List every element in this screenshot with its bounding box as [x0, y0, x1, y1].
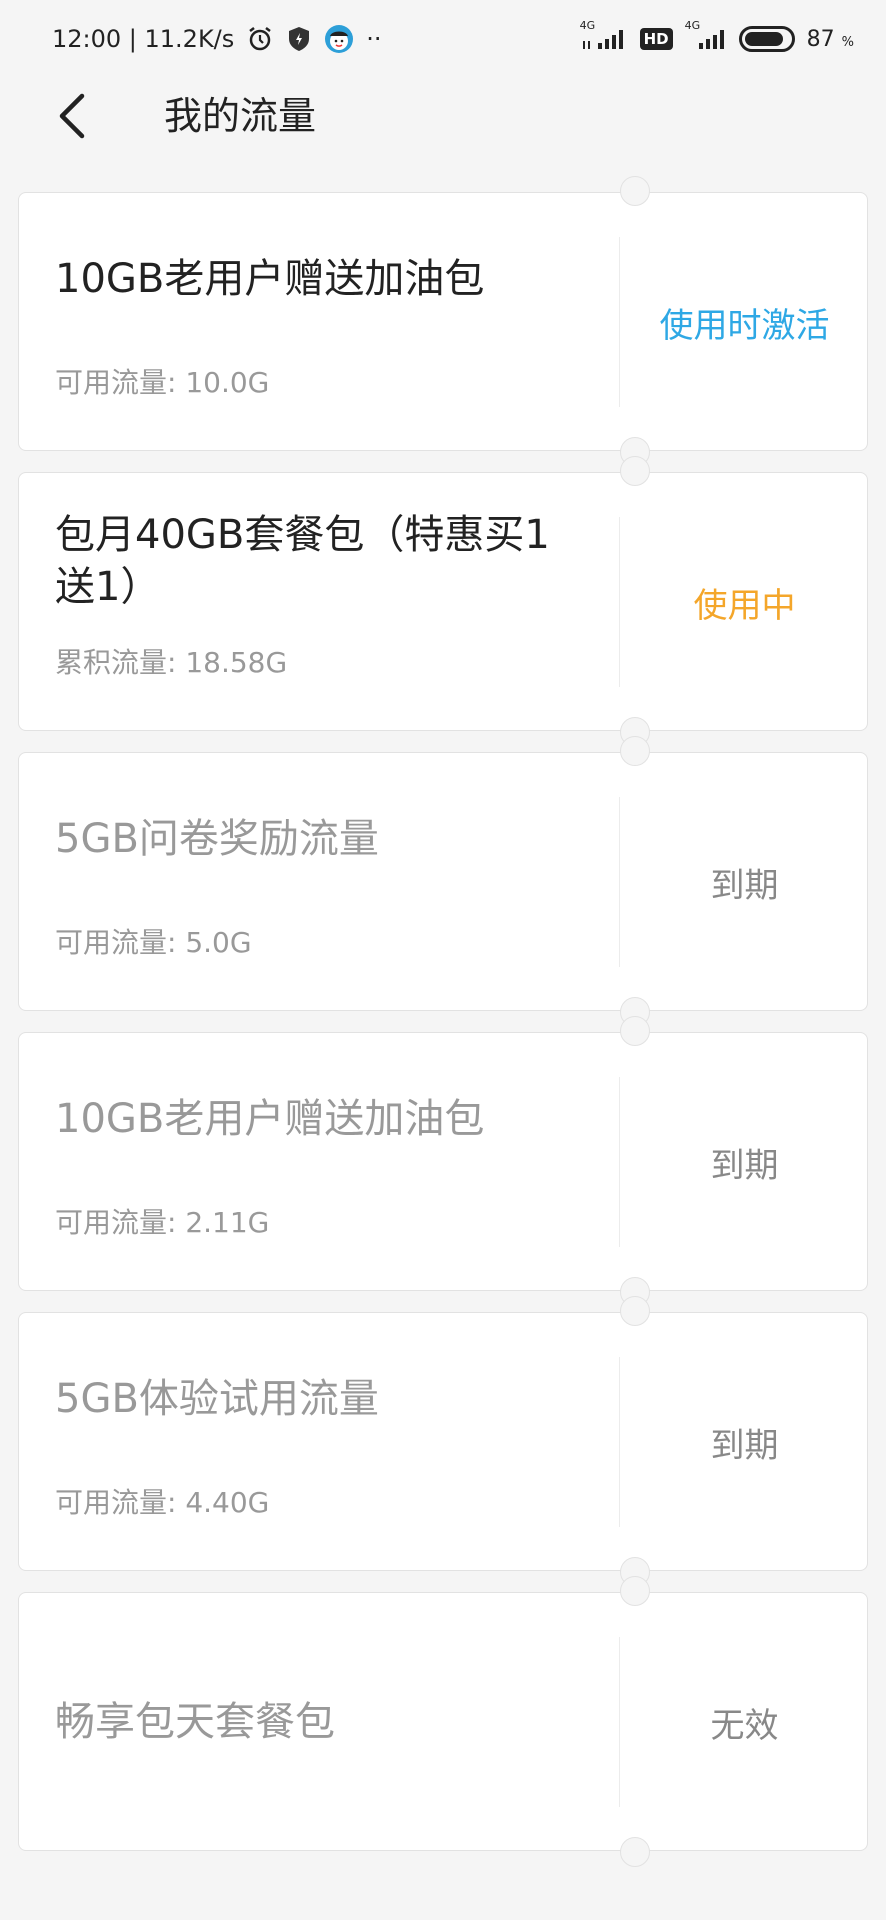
more-notifications-icon: ·· — [366, 25, 382, 53]
package-card[interactable]: 畅享包天套餐包 无效 — [18, 1576, 868, 1867]
page-title: 我的流量 — [164, 94, 317, 138]
signal-icon: 4G — [580, 19, 628, 51]
signal-icon-2: 4G — [685, 19, 727, 51]
battery-value: 87 — [806, 26, 835, 52]
network-type-label-2: 4G — [684, 19, 701, 32]
expired-status: 到期 — [710, 1146, 779, 1186]
package-usage: 可用流量: 2.11G — [55, 1206, 270, 1239]
invalid-status: 无效 — [710, 1706, 779, 1746]
package-usage: 可用流量: 5.0G — [55, 926, 252, 959]
package-usage: 累积流量: 18.58G — [55, 646, 288, 679]
package-card[interactable]: 5GB体验试用流量 可用流量: 4.40G 到期 — [18, 1296, 868, 1587]
activate-on-use-status[interactable]: 使用时激活 — [620, 193, 869, 452]
expired-status: 到期 — [710, 1426, 779, 1466]
package-card[interactable]: 10GB老用户赠送加油包 可用流量: 10.0G 使用时激活 — [18, 176, 869, 467]
package-card[interactable]: 10GB老用户赠送加油包 可用流量: 2.11G 到期 — [18, 1016, 868, 1307]
alarm-icon — [246, 25, 274, 53]
status-bar-left: 12:00 | 11.2K/s ·· — [52, 24, 382, 54]
back-button[interactable] — [44, 88, 100, 144]
package-title: 5GB问卷奖励流量 — [55, 816, 379, 862]
package-title: 10GB老用户赠送加油包 — [55, 256, 485, 302]
package-card[interactable]: 5GB问卷奖励流量 可用流量: 5.0G 到期 — [18, 736, 868, 1027]
battery-fill — [744, 32, 783, 46]
package-title: 畅享包天套餐包 — [55, 1699, 335, 1745]
battery-unit: % — [841, 34, 854, 50]
expired-status: 到期 — [710, 866, 779, 906]
package-usage: 可用流量: 10.0G — [55, 366, 270, 399]
network-type-label: 4G — [579, 19, 596, 32]
package-title: 包月40GB套餐包（特惠买1送1） — [55, 512, 550, 610]
battery-percentage: 87 % — [807, 27, 854, 52]
status-bar-right: 4G HD 4G 87 % — [580, 19, 854, 52]
package-usage: 可用流量: 4.40G — [55, 1486, 270, 1519]
status-bar: 12:00 | 11.2K/s ·· 4G HD 4G 87 % — [0, 0, 886, 78]
shield-icon — [286, 25, 312, 53]
package-card[interactable]: 包月40GB套餐包（特惠买1送1） 累积流量: 18.58G 使用中 — [18, 456, 868, 747]
chevron-left-icon — [59, 93, 85, 139]
battery-icon — [738, 26, 795, 52]
avatar-icon — [324, 24, 354, 54]
header-bar: 我的流量 — [0, 78, 886, 154]
in-use-status: 使用中 — [693, 586, 796, 626]
package-title: 5GB体验试用流量 — [55, 1376, 379, 1422]
package-list: 10GB老用户赠送加油包 可用流量: 10.0G 使用时激活 包月40GB套餐包… — [18, 176, 869, 1872]
time-and-speed: 12:00 | 11.2K/s — [52, 25, 235, 53]
hd-badge: HD — [639, 28, 673, 50]
package-title: 10GB老用户赠送加油包 — [55, 1096, 485, 1142]
